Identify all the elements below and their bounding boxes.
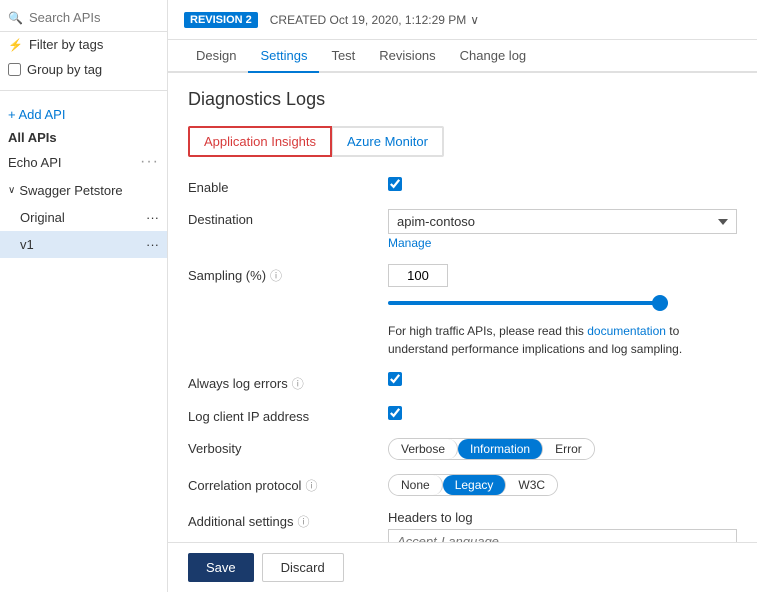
headers-input[interactable] [388,529,737,542]
destination-select[interactable]: apim-contoso [388,209,737,234]
save-button[interactable]: Save [188,553,254,582]
always-log-info-icon[interactable]: ⓘ [292,375,304,392]
always-log-control [388,372,737,389]
verbosity-label: Verbosity [188,438,388,456]
sidebar-item-echo-api[interactable]: Echo API ··· [0,147,167,177]
all-apis-label: All APIs [0,126,167,147]
created-text: CREATED Oct 19, 2020, 1:12:29 PM [270,13,467,27]
verbosity-information[interactable]: Information [458,439,543,459]
correlation-none[interactable]: None [389,475,443,495]
sub-tab-app-insights[interactable]: Application Insights [188,126,332,157]
search-input[interactable] [29,10,159,25]
log-client-ip-checkbox[interactable] [388,406,402,420]
add-api-label: + Add API [8,107,65,122]
petstore-label: Swagger Petstore [19,183,122,198]
correlation-legacy[interactable]: Legacy [443,475,507,495]
sampling-label: Sampling (%) ⓘ [188,264,388,284]
always-log-label: Always log errors ⓘ [188,372,388,392]
sampling-row: Sampling (%) ⓘ 100 [188,264,737,308]
tab-settings[interactable]: Settings [248,40,319,73]
sidebar: 🔍 ⚡ Filter by tags Group by tag + Add AP… [0,0,168,592]
enable-control [388,177,737,194]
destination-row: Destination apim-contoso Manage [188,209,737,250]
group-checkbox[interactable] [8,63,21,76]
manage-link[interactable]: Manage [388,236,737,250]
verbosity-verbose[interactable]: Verbose [389,439,458,459]
slider-container [388,293,737,308]
sidebar-item-v1[interactable]: v1 ··· [0,231,167,258]
group-by-tag[interactable]: Group by tag [0,57,167,82]
verbosity-control: Verbose Information Error [388,438,737,460]
main-panel: REVISION 2 CREATED Oct 19, 2020, 1:12:29… [168,0,757,592]
filter-label: Filter by tags [29,37,103,52]
tab-design[interactable]: Design [184,40,248,73]
tab-revisions[interactable]: Revisions [367,40,447,73]
tab-changelog[interactable]: Change log [448,40,539,73]
search-icon: 🔍 [8,11,23,25]
log-client-ip-row: Log client IP address [188,406,737,424]
discard-button[interactable]: Discard [262,553,344,582]
correlation-row: Correlation protocol ⓘ None Legacy W3C [188,474,737,496]
v1-label: v1 [20,237,34,252]
correlation-control: None Legacy W3C [388,474,737,496]
sidebar-item-original[interactable]: Original ··· [0,204,167,231]
sampling-slider[interactable] [388,301,668,305]
sampling-info-icon[interactable]: ⓘ [270,267,282,284]
additional-settings-control: Headers to log Number of payload bytes t… [388,510,737,542]
additional-info-icon[interactable]: ⓘ [298,513,310,530]
verbosity-error[interactable]: Error [543,439,594,459]
headers-label: Headers to log [388,510,737,525]
add-api-button[interactable]: + Add API [0,99,167,126]
search-bar[interactable]: 🔍 [0,4,167,32]
revision-badge: REVISION 2 [184,12,258,28]
footer: Save Discard [168,542,757,592]
correlation-group: None Legacy W3C [388,474,558,496]
correlation-info-icon[interactable]: ⓘ [305,477,317,494]
chevron-down-icon: ∨ [8,185,15,196]
tab-test[interactable]: Test [319,40,367,73]
page-title: Diagnostics Logs [188,89,737,110]
enable-row: Enable [188,177,737,195]
sub-tab-azure-monitor[interactable]: Azure Monitor [332,126,444,157]
verbosity-row: Verbosity Verbose Information Error [188,438,737,460]
log-client-ip-label: Log client IP address [188,406,388,424]
echo-api-label: Echo API [8,155,61,170]
original-label: Original [20,210,65,225]
revision-created: CREATED Oct 19, 2020, 1:12:29 PM ∨ [270,13,479,27]
log-client-ip-control [388,406,737,423]
sampling-control: 100 [388,264,737,308]
filter-by-tags[interactable]: ⚡ Filter by tags [0,32,167,57]
echo-api-dots[interactable]: ··· [140,153,159,171]
info-text: For high traffic APIs, please read this … [388,322,737,358]
group-label: Group by tag [27,62,102,77]
correlation-label: Correlation protocol ⓘ [188,474,388,494]
content-area: Diagnostics Logs Application Insights Az… [168,73,757,542]
filter-icon: ⚡ [8,38,23,52]
additional-settings-label: Additional settings ⓘ [188,510,388,530]
enable-label: Enable [188,177,388,195]
v1-dots[interactable]: ··· [146,237,159,252]
sidebar-item-swagger-petstore[interactable]: ∨ Swagger Petstore [0,177,167,204]
top-bar: REVISION 2 CREATED Oct 19, 2020, 1:12:29… [168,0,757,40]
destination-label: Destination [188,209,388,227]
enable-checkbox[interactable] [388,177,402,191]
revision-chevron[interactable]: ∨ [470,13,479,27]
additional-settings-row: Additional settings ⓘ Headers to log Num… [188,510,737,542]
verbosity-group: Verbose Information Error [388,438,595,460]
sampling-input[interactable]: 100 [388,264,448,287]
destination-control: apim-contoso Manage [388,209,737,250]
documentation-link[interactable]: documentation [587,324,666,338]
always-log-checkbox[interactable] [388,372,402,386]
always-log-row: Always log errors ⓘ [188,372,737,392]
sub-tabs: Application Insights Azure Monitor [188,126,737,157]
correlation-w3c[interactable]: W3C [506,475,557,495]
info-text-before: For high traffic APIs, please read this [388,324,587,338]
nav-tabs: Design Settings Test Revisions Change lo… [168,40,757,73]
original-dots[interactable]: ··· [146,210,159,225]
